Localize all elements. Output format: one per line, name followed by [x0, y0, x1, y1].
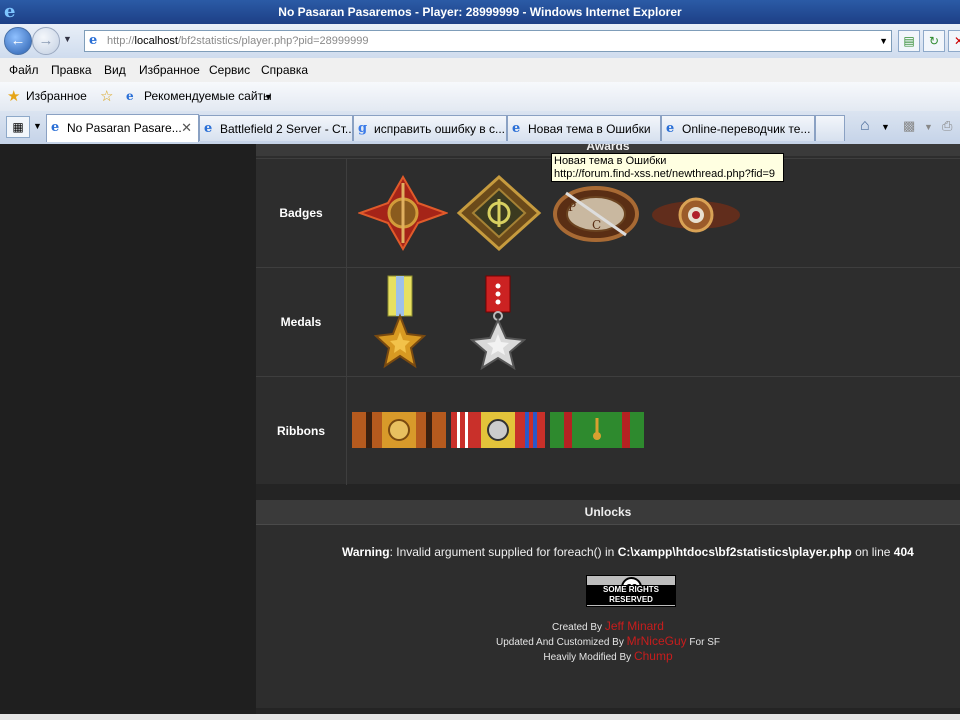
- credit-modified: Heavily Modified By Chump: [256, 649, 960, 663]
- compatibility-icon[interactable]: ▤: [898, 30, 920, 52]
- tab-fix-error[interactable]: g исправить ошибку в с...: [353, 115, 507, 141]
- ribbons-row: Ribbons: [256, 376, 960, 485]
- forward-button[interactable]: →: [32, 27, 60, 55]
- back-button[interactable]: ←: [4, 27, 32, 55]
- credit-prefix: Created By: [552, 622, 605, 633]
- credit-suffix: For SF: [686, 637, 720, 648]
- print-icon[interactable]: ⎙: [942, 118, 952, 134]
- medals-row: Medals: [256, 267, 960, 376]
- tab-label: Новая тема в Ошибки: [528, 122, 651, 136]
- tab-bar: ▦ ▼ e No Pasaran Pasare... ✕ e Battlefie…: [0, 111, 960, 145]
- author-link-chump[interactable]: Chump: [634, 649, 673, 663]
- warning-label: Warning: [342, 545, 390, 559]
- tooltip-url: http://forum.find-xss.net/newthread.php?…: [554, 168, 776, 180]
- page-content: Awards Badges P C Medals Ribbons Unlocks…: [0, 144, 960, 714]
- menu-help[interactable]: Справка: [261, 63, 308, 77]
- home-dropdown-icon[interactable]: ▼: [881, 122, 890, 132]
- url-path: /bf2statistics/player.php?pid=28999999: [177, 35, 369, 47]
- author-link-jeff-minard[interactable]: Jeff Minard: [605, 619, 664, 633]
- favorites-bar: ★ Избранное ☆ e Рекомендуемые сайты ▼: [0, 82, 960, 112]
- favorites-button[interactable]: Избранное: [26, 89, 87, 103]
- cc-text: SOME RIGHTS RESERVED: [587, 585, 675, 605]
- medals-label: Medals: [256, 268, 347, 376]
- credit-updated: Updated And Customized By MrNiceGuy For …: [256, 634, 960, 648]
- tab-page-icon: e: [666, 121, 675, 136]
- tab-label: Online-переводчик те...: [682, 122, 811, 136]
- menu-tools[interactable]: Сервис: [209, 63, 250, 77]
- warning-line: 404: [893, 545, 914, 559]
- quick-tabs-icon[interactable]: ▦: [6, 116, 30, 138]
- warning-path: C:\xampp\htdocs\bf2statistics\player.php: [617, 545, 852, 559]
- medal-1: [374, 275, 426, 369]
- credit-prefix: Heavily Modified By: [543, 652, 634, 663]
- home-icon[interactable]: ⌂: [860, 117, 870, 135]
- credit-created: Created By Jeff Minard: [256, 619, 960, 633]
- php-warning: Warning: Invalid argument supplied for f…: [342, 545, 914, 559]
- tab-tooltip: Новая тема в Ошибки http://forum.find-xs…: [551, 153, 784, 182]
- favorites-star-icon[interactable]: ★: [7, 87, 20, 105]
- refresh-icon[interactable]: ↻: [923, 30, 945, 52]
- tab-battlefield-server[interactable]: e Battlefield 2 Server - Ст...: [199, 115, 353, 141]
- badges-label: Badges: [256, 159, 347, 267]
- badge-4: [652, 197, 740, 233]
- medal-2: [470, 275, 526, 370]
- ribbons-label: Ribbons: [256, 377, 347, 485]
- close-tab-icon[interactable]: ✕: [181, 120, 192, 136]
- tab-label: исправить ошибку в с...: [374, 122, 506, 136]
- tab-online-translator[interactable]: e Online-переводчик те...: [661, 115, 815, 141]
- tab-page-icon: e: [512, 121, 521, 136]
- badge-1: [358, 174, 448, 252]
- svg-text:C: C: [592, 218, 601, 232]
- feeds-icon[interactable]: ▩: [903, 118, 915, 134]
- history-dropdown-icon[interactable]: ▼: [63, 34, 72, 44]
- status-bar: [0, 714, 960, 720]
- tab-label: Battlefield 2 Server - Ст...: [220, 122, 353, 136]
- menu-view[interactable]: Вид: [104, 63, 126, 77]
- unlocks-heading: Unlocks: [256, 500, 960, 525]
- tab-label: No Pasaran Pasare...: [67, 121, 182, 135]
- page-icon: e: [89, 33, 98, 48]
- menu-bar: Файл Правка Вид Избранное Сервис Справка: [0, 58, 960, 83]
- credit-prefix: Updated And Customized By: [496, 637, 627, 648]
- url-prefix: http://: [107, 35, 135, 47]
- add-favorite-icon[interactable]: ☆: [100, 87, 113, 105]
- google-icon: g: [358, 121, 368, 136]
- unlocks-panel: Warning: Invalid argument supplied for f…: [256, 525, 960, 708]
- tooltip-title: Новая тема в Ошибки: [554, 155, 667, 167]
- author-link-mrniceguy[interactable]: MrNiceGuy: [627, 634, 687, 648]
- feeds-dropdown-icon[interactable]: ▼: [924, 122, 933, 132]
- window-titlebar: e No Pasaran Pasaremos - Player: 2899999…: [0, 0, 960, 24]
- tab-page-icon: e: [51, 120, 60, 135]
- warning-online: on line: [851, 545, 894, 559]
- ribbon-3: [550, 412, 644, 448]
- suggested-sites-icon: e: [126, 89, 134, 103]
- tab-no-pasaran[interactable]: e No Pasaran Pasare... ✕: [46, 114, 199, 142]
- warning-text: : Invalid argument supplied for foreach(…: [389, 545, 618, 559]
- menu-file[interactable]: Файл: [9, 63, 39, 77]
- suggested-sites-link[interactable]: Рекомендуемые сайты: [144, 89, 272, 103]
- suggested-sites-dropdown-icon[interactable]: ▼: [264, 92, 273, 102]
- creative-commons-badge[interactable]: cc SOME RIGHTS RESERVED: [586, 575, 676, 607]
- address-dropdown-icon[interactable]: ▼: [879, 31, 888, 51]
- stop-icon[interactable]: ✕: [948, 30, 960, 52]
- menu-favorites[interactable]: Избранное: [139, 63, 200, 77]
- window-title: No Pasaran Pasaremos - Player: 28999999 …: [278, 5, 682, 19]
- left-sidebar: [0, 144, 256, 714]
- tab-list-dropdown-icon[interactable]: ▼: [33, 121, 42, 131]
- ribbon-2: [451, 412, 545, 448]
- url-host: localhost: [134, 35, 178, 47]
- badge-2: [456, 174, 542, 252]
- badge-3: P C: [553, 186, 639, 242]
- svg-text:P: P: [568, 200, 576, 214]
- tab-page-icon: e: [204, 121, 213, 136]
- address-bar-row: ← → ▼ e http://localhost/bf2statistics/p…: [0, 24, 960, 59]
- new-tab-button[interactable]: [815, 115, 845, 141]
- ribbon-1: [352, 412, 446, 448]
- tab-new-topic[interactable]: e Новая тема в Ошибки: [507, 115, 661, 141]
- address-input[interactable]: e http://localhost/bf2statistics/player.…: [84, 30, 892, 52]
- menu-edit[interactable]: Правка: [51, 63, 92, 77]
